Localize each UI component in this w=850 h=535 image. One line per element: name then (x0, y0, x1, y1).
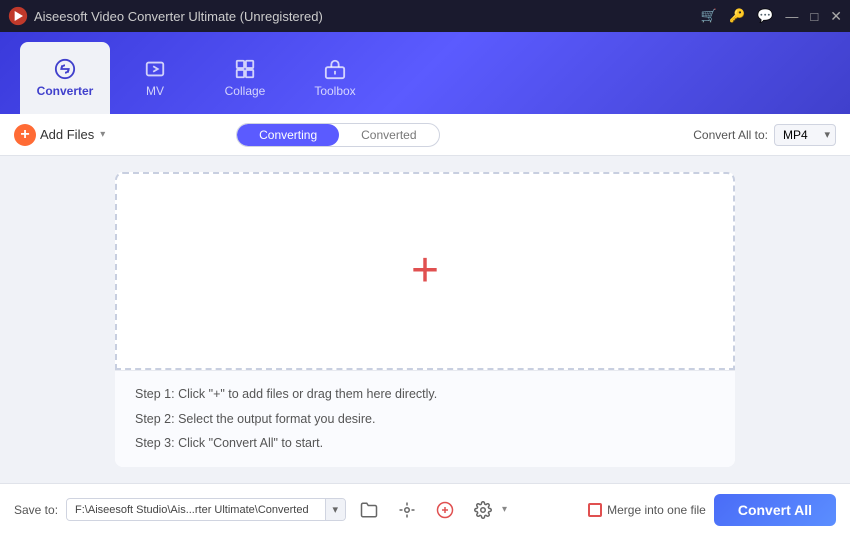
save-path-dropdown-icon[interactable]: ▾ (325, 499, 346, 520)
add-files-dropdown-icon[interactable]: ▾ (100, 129, 105, 140)
toolbar: + Add Files ▾ Converting Converted Conve… (0, 114, 850, 156)
cart-icon[interactable]: 🛒 (701, 8, 717, 24)
chat-icon[interactable]: 💬 (757, 8, 773, 24)
converter-tab-label: Converter (37, 84, 94, 98)
save-path-input[interactable] (67, 500, 324, 520)
settings-icon[interactable] (392, 495, 422, 525)
status-tab-group: Converting Converted (236, 123, 439, 147)
instruction-1: Step 1: Click "+" to add files or drag t… (135, 385, 715, 404)
key-icon[interactable]: 🔑 (729, 8, 745, 24)
mv-tab-label: MV (146, 84, 164, 98)
bottombar: Save to: ▾ ▾ Merge into one f (0, 483, 850, 535)
titlebar-left: Aiseesoft Video Converter Ultimate (Unre… (8, 6, 323, 26)
drop-area: + Step 1: Click "+" to add files or drag… (115, 172, 735, 467)
app-title: Aiseesoft Video Converter Ultimate (Unre… (34, 9, 323, 24)
maximize-icon[interactable]: □ (810, 9, 818, 24)
tab-converter[interactable]: Converter (20, 42, 110, 114)
tab-toolbox[interactable]: Toolbox (290, 42, 380, 114)
add-files-plus-icon: + (14, 124, 36, 146)
video-icon[interactable] (430, 495, 460, 525)
toolbox-icon (324, 58, 346, 80)
collage-tab-label: Collage (225, 84, 266, 98)
instructions-area: Step 1: Click "+" to add files or drag t… (115, 370, 735, 467)
instruction-3: Step 3: Click "Convert All" to start. (135, 434, 715, 453)
mv-icon (144, 58, 166, 80)
convert-all-to-area: Convert All to: MP4 AVI MOV MKV WMV FLV … (693, 124, 836, 146)
format-wrapper: MP4 AVI MOV MKV WMV FLV MP3 AAC (774, 124, 836, 146)
convert-all-button[interactable]: Convert All (714, 494, 836, 526)
converting-tab[interactable]: Converting (237, 124, 339, 146)
folder-icon[interactable] (354, 495, 384, 525)
drop-plus-icon: + (411, 247, 439, 295)
minimize-icon[interactable]: — (785, 9, 798, 24)
merge-checkbox[interactable] (588, 503, 602, 517)
close-icon[interactable]: ✕ (830, 8, 842, 25)
format-select[interactable]: MP4 AVI MOV MKV WMV FLV MP3 AAC (774, 124, 836, 146)
add-files-label: Add Files (40, 127, 94, 142)
save-path-wrapper: ▾ (66, 498, 346, 521)
converter-icon (54, 58, 76, 80)
convert-all-to-label: Convert All to: (693, 128, 768, 142)
converted-tab[interactable]: Converted (339, 124, 438, 146)
tab-collage[interactable]: Collage (200, 42, 290, 114)
instruction-2: Step 2: Select the output format you des… (135, 410, 715, 429)
add-files-button[interactable]: + Add Files ▾ (14, 124, 105, 146)
toolbox-tab-label: Toolbox (314, 84, 355, 98)
app-logo-icon (8, 6, 28, 26)
tab-mv[interactable]: MV (110, 42, 200, 114)
titlebar-controls: 🛒 🔑 💬 — □ ✕ (701, 8, 842, 25)
titlebar: Aiseesoft Video Converter Ultimate (Unre… (0, 0, 850, 32)
gear-settings-icon[interactable] (468, 495, 498, 525)
gear-dropdown-icon[interactable]: ▾ (502, 504, 507, 515)
merge-label: Merge into one file (607, 503, 706, 517)
main-area: + Step 1: Click "+" to add files or drag… (0, 156, 850, 483)
save-to-label: Save to: (14, 503, 58, 517)
merge-checkbox-area: Merge into one file (588, 503, 706, 517)
drop-zone[interactable]: + (115, 172, 735, 370)
collage-icon (234, 58, 256, 80)
navbar: Converter MV Collage Toolbox (0, 32, 850, 114)
